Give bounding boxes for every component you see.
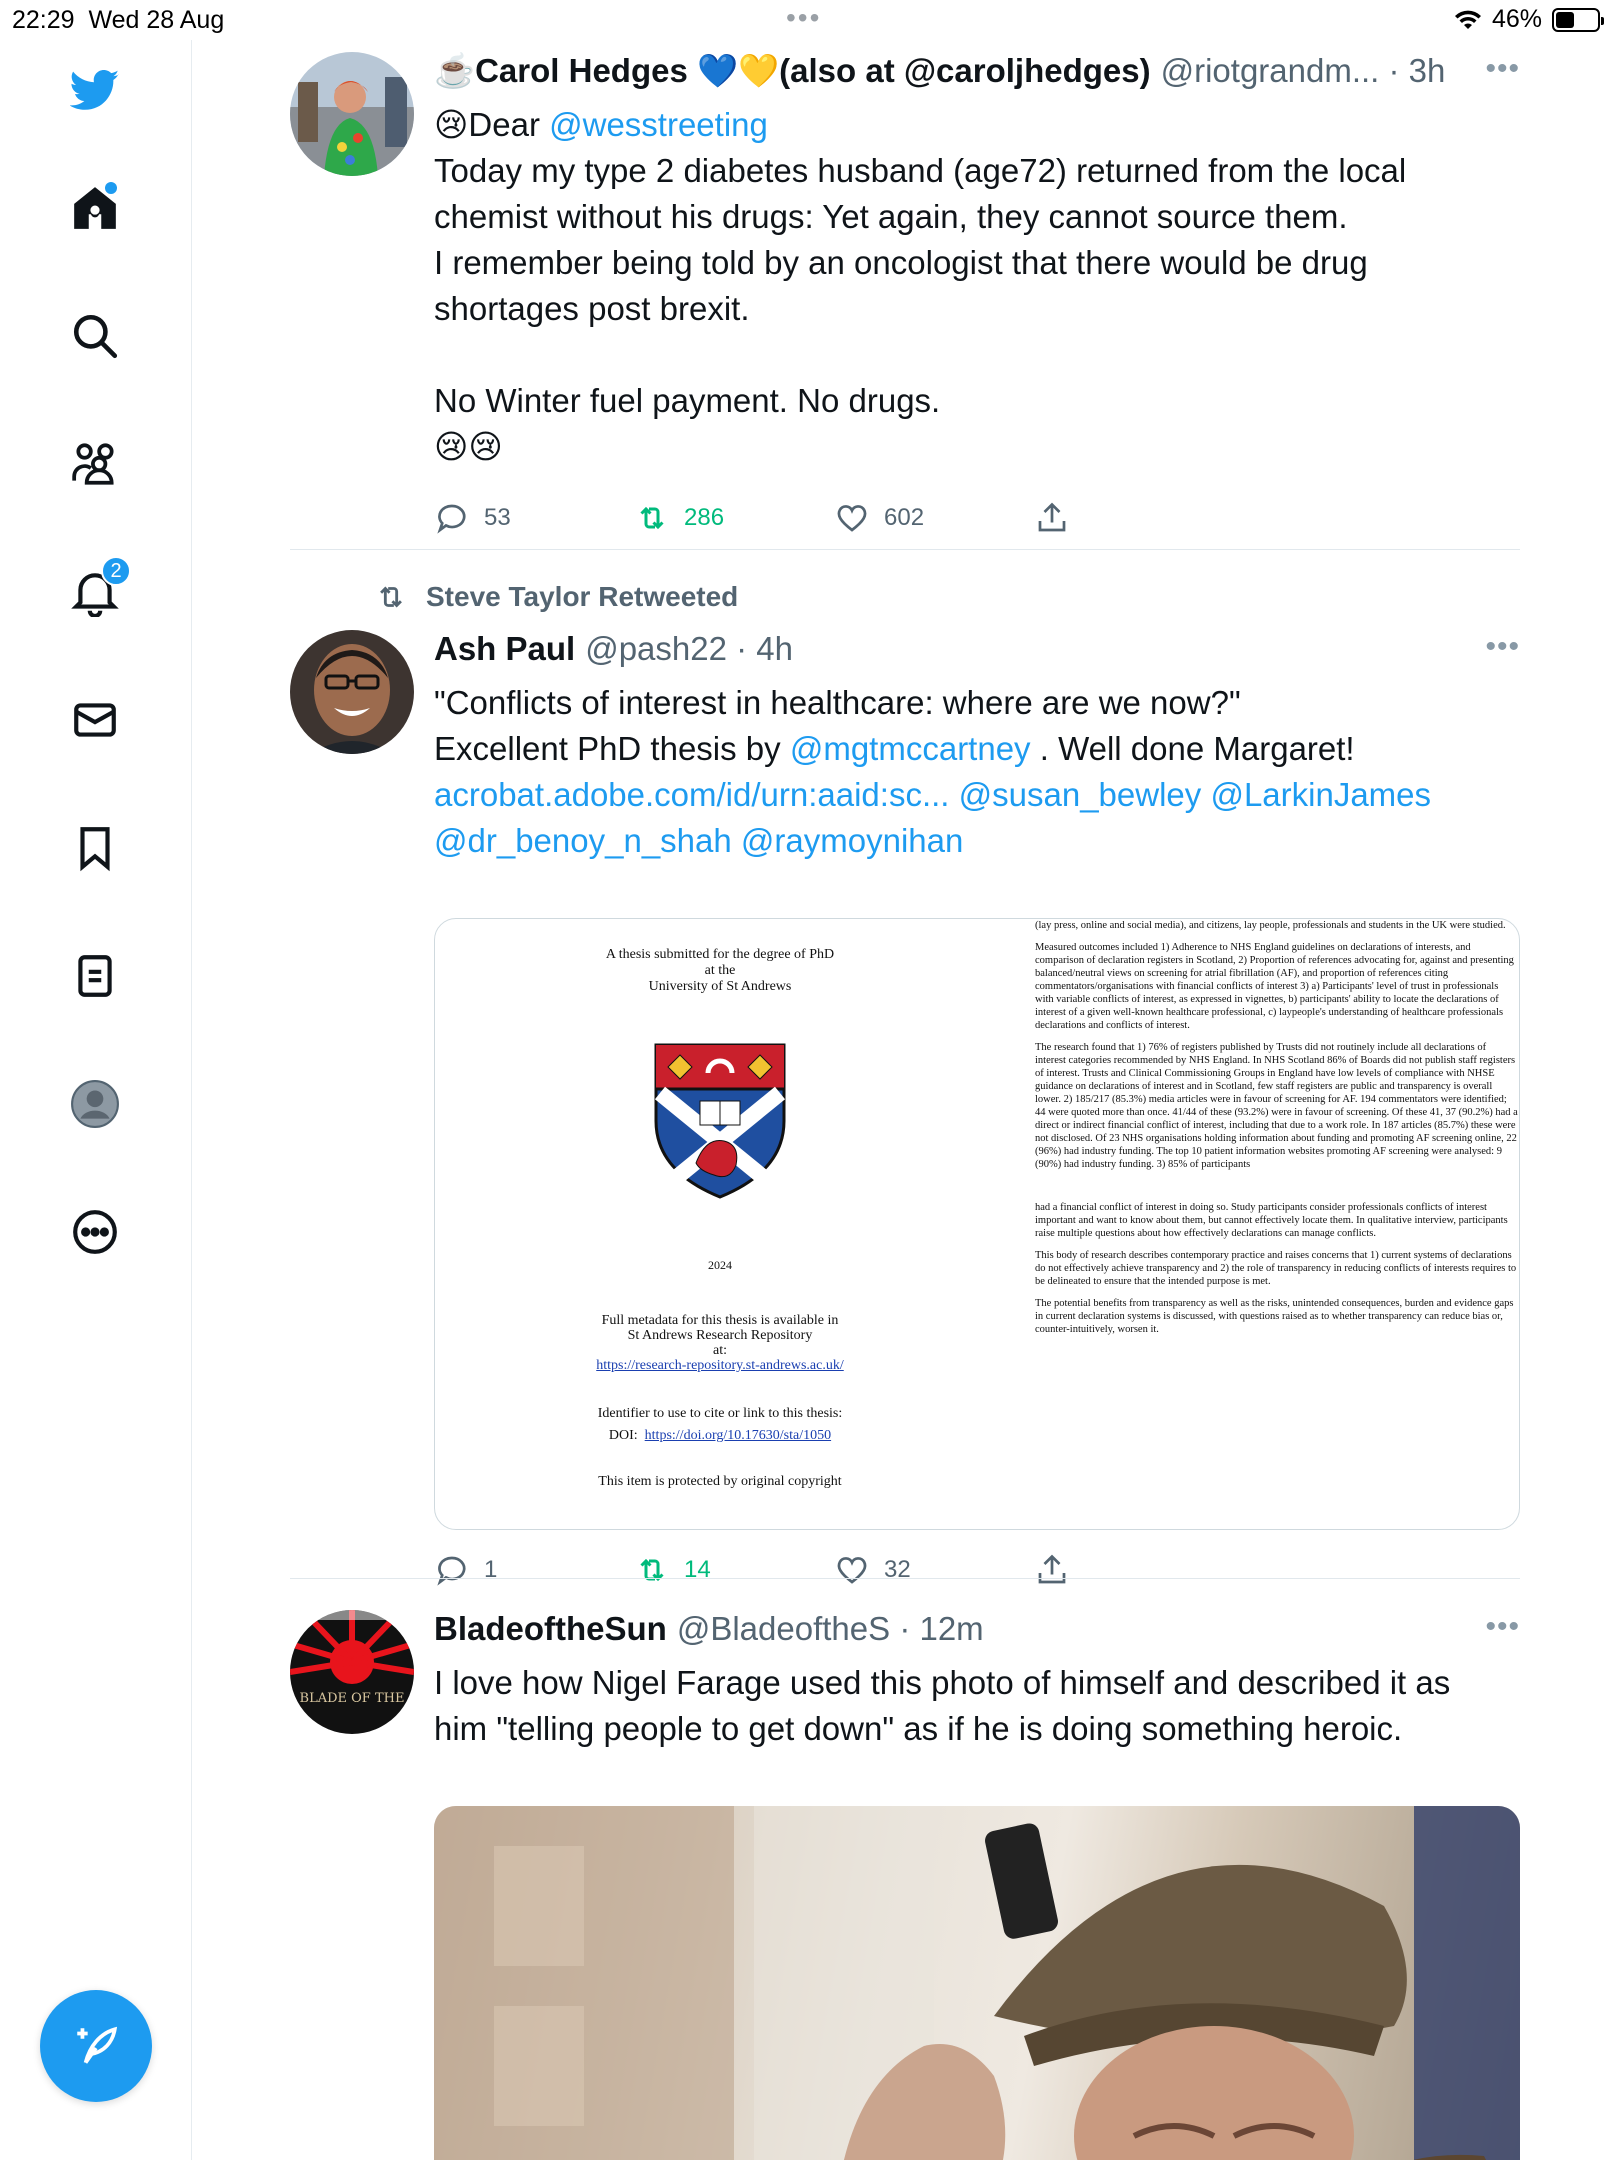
notifications-icon[interactable]: 2 [67,556,131,620]
communities-icon[interactable] [67,436,123,492]
status-bar: 22:29 Wed 28 Aug ••• 46% [0,0,1620,40]
compose-icon [77,2026,118,2064]
heart-icon [837,505,867,532]
retweet-icon [640,1558,664,1582]
profile-icon[interactable] [67,1076,123,1132]
display-name[interactable]: BladeoftheSun [434,1610,667,1648]
more-options-icon[interactable]: ••• [1485,52,1520,86]
status-time: 22:29 [12,6,75,34]
retweeted-by[interactable]: Steve Taylor Retweeted [374,580,738,614]
share-icon [1038,1554,1066,1584]
reply-icon [437,504,466,534]
battery-percent: 46% [1491,5,1542,33]
mention-link[interactable]: @raymoynihan [741,822,963,859]
divider [290,549,1520,550]
more-icon[interactable] [67,1204,123,1260]
mention-link[interactable]: @susan_bewley [959,776,1202,813]
mention-link[interactable]: @dr_benoy_n_shah [434,822,732,859]
heart-icon [837,1557,867,1584]
share-icon [1038,502,1066,532]
university-crest-icon [654,1043,786,1199]
avatar[interactable] [290,52,414,176]
avatar-text: BLADE OF THE [300,1691,405,1706]
sidebar: 2 [0,40,192,2160]
like-button[interactable]: 32 [834,1552,1034,1588]
battery-icon [1552,7,1604,32]
more-options-icon[interactable]: ••• [1485,1610,1520,1644]
avatar[interactable]: BLADE OF THE [290,1610,414,1734]
wifi-icon [1454,10,1481,29]
reply-icon [437,1556,466,1586]
like-button[interactable]: 602 [834,500,1034,536]
status-date: Wed 28 Aug [88,6,225,34]
tweet-text: "Conflicts of interest in healthcare: wh… [434,684,1432,859]
reply-button[interactable]: 53 [434,500,634,536]
handle-and-time[interactable]: @pash22 · 4h [585,630,793,668]
share-button[interactable] [1034,1552,1234,1588]
more-options-icon[interactable]: ••• [1485,630,1520,664]
home-icon[interactable] [67,180,123,236]
url-link[interactable]: acrobat.adobe.com/id/urn:aaid:sc... [434,776,949,813]
messages-icon[interactable] [67,692,123,748]
tweet-photo[interactable] [434,1806,1520,2160]
display-name[interactable]: Ash Paul [434,630,575,668]
tweet-actions: 53 286 602 [434,500,1234,536]
tweet-text: 😢Dear @wesstreeting Today my type 2 diab… [434,106,1407,465]
thesis-abstract-page: (lay press, online and social media), an… [1035,920,1518,1335]
retweet-button[interactable]: 14 [634,1552,834,1588]
lists-icon[interactable] [67,948,123,1004]
mention-link[interactable]: @LarkinJames [1210,776,1431,813]
tweet-text: I love how Nigel Farage used this photo … [434,1664,1451,1747]
twitter-bird-icon[interactable] [67,62,123,118]
divider [290,1578,1520,1579]
reply-button[interactable]: 1 [434,1552,634,1588]
avatar[interactable] [290,630,414,754]
compose-button[interactable] [40,1990,152,2102]
display-name[interactable]: ☕️Carol Hedges 💙💛(also at @caroljhedges) [434,52,1151,91]
handle-and-time[interactable]: @BladeoftheS · 12m [677,1610,984,1648]
link-preview-card[interactable]: A thesis submitted for the degree of PhD… [434,918,1520,1530]
multitasking-dots[interactable]: ••• [786,2,821,34]
mention-link[interactable]: @mgtmccartney [790,730,1031,767]
tweet-actions: 1 14 32 [434,1552,1234,1588]
home-unread-dot [105,182,117,194]
battery-fill [1556,11,1575,28]
thesis-title-page: A thesis submitted for the degree of PhD… [596,947,844,1489]
retweet-button[interactable]: 286 [634,500,834,536]
retweet-icon [640,506,664,530]
handle-and-time[interactable]: @riotgrandm... · 3h [1161,52,1446,90]
search-icon[interactable] [67,308,123,364]
retweet-icon [380,586,402,608]
share-button[interactable] [1034,500,1234,536]
notifications-badge: 2 [101,556,131,586]
bookmarks-icon[interactable] [67,820,123,876]
mention-link[interactable]: @wesstreeting [549,106,768,143]
